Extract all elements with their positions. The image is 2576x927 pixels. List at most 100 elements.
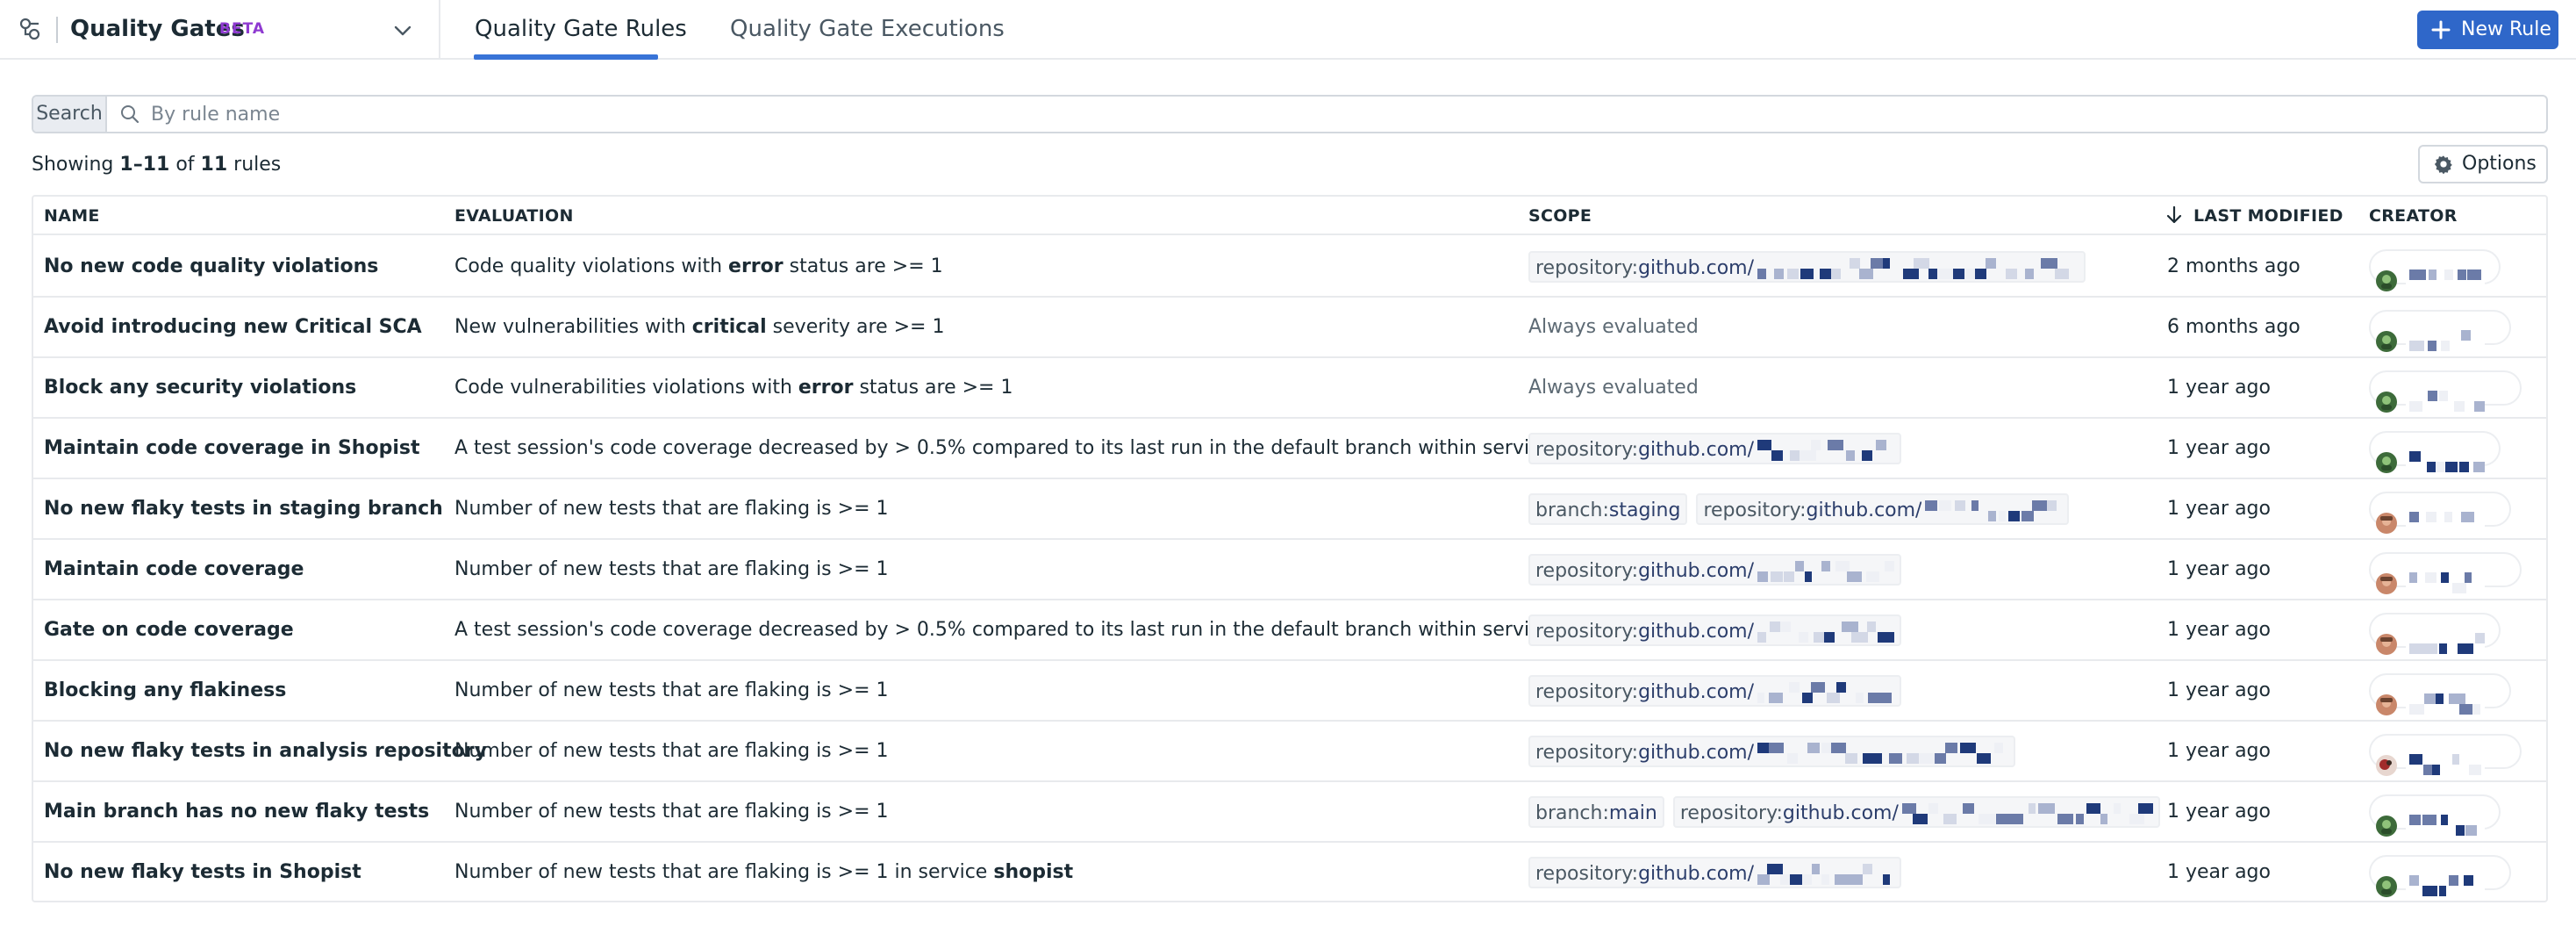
- rule-name[interactable]: Avoid introducing new Critical SCA: [44, 298, 422, 356]
- scope-tag[interactable]: repository:github.com/: [1672, 796, 2160, 828]
- last-modified: 2 months ago: [2167, 255, 2301, 277]
- rule-name[interactable]: Block any security violations: [44, 358, 356, 417]
- scope-tag[interactable]: repository:github.com/: [1528, 614, 1902, 646]
- rule-name[interactable]: Maintain code coverage: [44, 540, 304, 599]
- gear-icon: [2434, 155, 2452, 174]
- rule-evaluation: New vulnerabilities with critical severi…: [454, 298, 944, 356]
- rule-name[interactable]: No new flaky tests in staging branch: [44, 479, 443, 538]
- evaluation-text: A test session's code coverage decreased…: [454, 619, 1558, 641]
- creator-chip[interactable]: [2369, 794, 2501, 837]
- rule-scope: repository:github.com/: [1528, 237, 2094, 296]
- scope-key: repository:: [1535, 257, 1639, 279]
- evaluation-text: A test session's code coverage decreased…: [454, 437, 1558, 459]
- scope-value: github.com/: [1638, 681, 1755, 703]
- rule-name[interactable]: Gate on code coverage: [44, 600, 294, 659]
- search-input[interactable]: [151, 98, 2520, 130]
- redacted-repository: [1754, 680, 1895, 705]
- summary-suffix: rules: [233, 154, 282, 176]
- summary-prefix: Showing: [32, 154, 114, 176]
- redacted-repository: [1754, 741, 2009, 765]
- creator-chip[interactable]: [2369, 552, 2522, 595]
- avatar-icon: [2376, 862, 2397, 897]
- table-row[interactable]: Gate on code coverage A test session's co…: [33, 600, 2546, 661]
- scope-key: repository:: [1535, 439, 1639, 461]
- avatar-icon: [2376, 680, 2397, 715]
- table-row[interactable]: Maintain code coverage in Shopist A test …: [33, 419, 2546, 479]
- scope-key: repository:: [1535, 742, 1639, 764]
- scope-value: github.com/: [1782, 802, 1899, 824]
- table-row[interactable]: No new flaky tests in analysis repositor…: [33, 722, 2546, 782]
- evaluation-emphasis: critical: [691, 316, 767, 338]
- last-modified: 1 year ago: [2167, 498, 2271, 520]
- table-row[interactable]: Block any security violations Code vulner…: [33, 358, 2546, 419]
- rule-scope: branch:main repository:github.com/: [1528, 782, 2169, 841]
- table-row[interactable]: No new code quality violations Code quali…: [33, 237, 2546, 298]
- redacted-repository: [1754, 862, 1895, 887]
- column-header-last-modified[interactable]: LAST MODIFIED: [2193, 197, 2343, 235]
- evaluation-emphasis: shopist: [993, 861, 1074, 883]
- creator-chip[interactable]: [2369, 855, 2511, 898]
- scope-tag[interactable]: branch:staging: [1528, 493, 1688, 525]
- creator-chip[interactable]: [2369, 492, 2511, 535]
- scope-tag[interactable]: repository:github.com/: [1696, 493, 2070, 525]
- creator-chip[interactable]: [2369, 431, 2501, 474]
- rule-name[interactable]: No new flaky tests in Shopist: [44, 843, 361, 902]
- creator-chip[interactable]: [2369, 734, 2522, 777]
- scope-tag[interactable]: repository:github.com/: [1528, 251, 2086, 283]
- table-row[interactable]: Main branch has no new flaky tests Number…: [33, 782, 2546, 843]
- rule-name[interactable]: No new code quality violations: [44, 237, 378, 296]
- redacted-creator-name: [2406, 863, 2485, 898]
- rule-name[interactable]: No new flaky tests in analysis repositor…: [44, 722, 487, 780]
- rule-name[interactable]: Maintain code coverage in Shopist: [44, 419, 419, 478]
- scope-key: repository:: [1535, 863, 1639, 885]
- creator-chip[interactable]: [2369, 310, 2511, 353]
- redacted-repository: [1754, 620, 1895, 644]
- new-rule-button[interactable]: New Rule: [2417, 11, 2558, 49]
- redacted-repository: [1754, 438, 1895, 463]
- tab-quality-gate-executions[interactable]: Quality Gate Executions: [730, 12, 1005, 46]
- table-row[interactable]: No new flaky tests in Shopist Number of n…: [33, 843, 2546, 903]
- arrow-down-icon[interactable]: [2165, 205, 2183, 225]
- scope-tag[interactable]: repository:github.com/: [1528, 675, 1902, 707]
- creator-chip[interactable]: [2369, 249, 2501, 292]
- column-header-name[interactable]: NAME: [44, 197, 100, 235]
- scope-tag[interactable]: branch:main: [1528, 796, 1664, 828]
- scope-tag[interactable]: repository:github.com/: [1528, 433, 1902, 464]
- evaluation-emphasis: error: [798, 377, 854, 399]
- evaluation-text: Number of new tests that are flaking is …: [454, 740, 889, 762]
- rule-scope: repository:github.com/: [1528, 843, 1910, 902]
- table-row[interactable]: Maintain code coverage Number of new test…: [33, 540, 2546, 600]
- rule-name[interactable]: Main branch has no new flaky tests: [44, 782, 429, 841]
- quality-gate-icon: [19, 18, 40, 40]
- column-header-scope[interactable]: SCOPE: [1528, 197, 1592, 235]
- scope-value: github.com/: [1638, 439, 1755, 461]
- column-header-creator[interactable]: CREATOR: [2369, 197, 2458, 235]
- search-icon: [121, 105, 140, 124]
- rule-evaluation: Code vulnerabilities violations with err…: [454, 358, 1013, 417]
- table-row[interactable]: Avoid introducing new Critical SCA New vu…: [33, 298, 2546, 358]
- creator-chip[interactable]: [2369, 613, 2501, 656]
- options-button[interactable]: Options: [2418, 145, 2548, 183]
- rule-name[interactable]: Blocking any flakiness: [44, 661, 286, 720]
- avatar-icon: [2376, 801, 2397, 837]
- column-header-evaluation[interactable]: EVALUATION: [454, 197, 574, 235]
- avatar-icon: [2376, 741, 2397, 776]
- scope-tag[interactable]: repository:github.com/: [1528, 554, 1902, 586]
- creator-chip[interactable]: [2369, 673, 2511, 716]
- scope-key: repository:: [1535, 560, 1639, 582]
- redacted-creator-name: [2406, 560, 2485, 595]
- table-row[interactable]: No new flaky tests in staging branch Numb…: [33, 479, 2546, 540]
- scope-tag[interactable]: repository:github.com/: [1528, 736, 2016, 767]
- rule-evaluation: Number of new tests that are flaking is …: [454, 540, 889, 599]
- tab-quality-gate-rules[interactable]: Quality Gate Rules: [475, 12, 687, 46]
- table-row[interactable]: Blocking any flakiness Number of new test…: [33, 661, 2546, 722]
- creator-chip[interactable]: [2369, 370, 2522, 413]
- redacted-creator-name: [2406, 378, 2486, 413]
- redacted-repository: [1754, 559, 1895, 584]
- avatar-icon: [2376, 377, 2397, 413]
- redacted-creator-name: [2406, 499, 2485, 535]
- evaluation-text: Number of new tests that are flaking is …: [454, 861, 994, 883]
- search-bar: Search: [32, 95, 2548, 133]
- chevron-down-icon[interactable]: [391, 19, 414, 42]
- scope-tag[interactable]: repository:github.com/: [1528, 857, 1902, 888]
